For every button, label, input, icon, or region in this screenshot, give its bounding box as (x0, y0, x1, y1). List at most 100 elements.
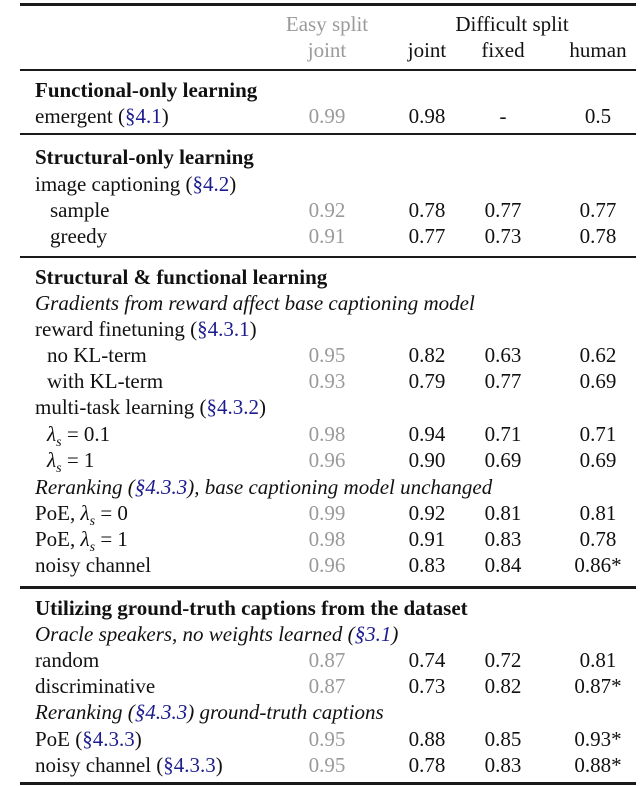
table-row: no KL-term 0.95 0.82 0.63 0.62 (0, 342, 640, 368)
header-difficult-split: Difficult split (455, 12, 569, 36)
section-title-text: Structural-only learning (35, 145, 254, 169)
section-ref-link[interactable]: §4.1 (125, 104, 162, 128)
difficult-fixed-value: 0.77 (484, 369, 522, 393)
difficult-human-value: 0.93* (574, 727, 622, 751)
easy-joint-value: 0.98 (308, 527, 346, 551)
difficult-joint-value: 0.88 (408, 727, 446, 751)
subsection-title: Reranking (§4.3.3) ground-truth captions (0, 699, 640, 725)
header-difficult-fixed: fixed (481, 38, 525, 62)
subsection-title: Oracle speakers, no weights learned (§3.… (0, 621, 640, 647)
section-ref-link[interactable]: §4.3.3 (163, 753, 216, 777)
section-ref-link[interactable]: §3.1 (355, 622, 392, 646)
easy-joint-value: 0.92 (308, 198, 346, 222)
difficult-joint-value: 0.91 (408, 527, 446, 551)
section-title-text: Utilizing ground-truth captions from the… (35, 596, 468, 620)
easy-joint-value: 0.96 (308, 448, 346, 472)
row-label: λs = 1 (47, 448, 95, 476)
table-row: with KL-term 0.93 0.79 0.77 0.69 (0, 368, 640, 394)
bottom-rule (20, 782, 636, 785)
difficult-fixed-value: 0.77 (484, 198, 522, 222)
difficult-joint-value: 0.83 (408, 553, 446, 577)
section-rule-2 (20, 256, 636, 258)
header-row-1: Easy split Difficult split (0, 11, 640, 37)
easy-joint-value: 0.96 (308, 553, 346, 577)
row-label: noisy channel (§4.3.3) (35, 753, 223, 777)
table-row: PoE, λs = 0 0.99 0.92 0.81 0.81 (0, 500, 640, 529)
group-row: multi-task learning (§4.3.2) (0, 394, 640, 420)
table-row: PoE (§4.3.3) 0.95 0.88 0.85 0.93* (0, 726, 640, 752)
section-ref-link[interactable]: §4.3.1 (197, 317, 250, 341)
difficult-human-value: 0.69 (579, 448, 617, 472)
section-ref-link[interactable]: §4.3.3 (135, 475, 188, 499)
easy-joint-value: 0.95 (308, 753, 346, 777)
row-label: greedy (50, 224, 108, 248)
section-ref-link[interactable]: §4.2 (192, 172, 229, 196)
difficult-fixed-value: 0.73 (484, 224, 522, 248)
group-row: reward finetuning (§4.3.1) (0, 316, 640, 342)
group-label: reward finetuning (§4.3.1) (35, 317, 257, 341)
easy-joint-value: 0.99 (308, 501, 346, 525)
easy-joint-value: 0.93 (308, 369, 346, 393)
row-label: PoE (§4.3.3) (35, 727, 142, 751)
difficult-joint-value: 0.92 (408, 501, 446, 525)
subsection-title: Gradients from reward affect base captio… (0, 290, 640, 316)
difficult-joint-value: 0.73 (408, 674, 446, 698)
section-title-ground-truth: Utilizing ground-truth captions from the… (0, 595, 640, 621)
table-row: emergent (§4.1) 0.99 0.98 - 0.5 (0, 103, 640, 129)
header-difficult-joint: joint (407, 38, 447, 62)
table-row: PoE, λs = 1 0.98 0.91 0.83 0.78 (0, 526, 640, 555)
row-label: emergent (§4.1) (35, 104, 169, 128)
difficult-human-value: 0.88* (574, 753, 622, 777)
easy-joint-value: 0.87 (308, 674, 346, 698)
group-label: multi-task learning (§4.3.2) (35, 395, 266, 419)
difficult-fixed-value: 0.71 (484, 422, 522, 446)
top-rule (20, 3, 636, 6)
difficult-human-value: 0.86* (574, 553, 622, 577)
difficult-human-value: 0.5 (584, 104, 612, 128)
group-label: image captioning (§4.2) (35, 172, 237, 196)
difficult-joint-value: 0.82 (408, 343, 446, 367)
section-title-structural-functional: Structural & functional learning (0, 264, 640, 290)
section-ref-link[interactable]: §4.3.2 (206, 395, 259, 419)
difficult-joint-value: 0.94 (408, 422, 446, 446)
difficult-joint-value: 0.79 (408, 369, 446, 393)
difficult-human-value: 0.78 (579, 527, 617, 551)
difficult-fixed-value: 0.85 (484, 727, 522, 751)
easy-joint-value: 0.87 (308, 648, 346, 672)
section-title-functional: Functional-only learning (0, 77, 640, 103)
difficult-fixed-value: 0.81 (484, 501, 522, 525)
easy-joint-value: 0.95 (308, 727, 346, 751)
difficult-human-value: 0.81 (579, 501, 617, 525)
difficult-human-value: 0.62 (579, 343, 617, 367)
difficult-joint-value: 0.78 (408, 198, 446, 222)
difficult-fixed-value: 0.63 (484, 343, 522, 367)
easy-joint-value: 0.91 (308, 224, 346, 248)
difficult-human-value: 0.78 (579, 224, 617, 248)
header-easy-split: Easy split (285, 12, 369, 36)
header-row-2: joint joint fixed human (0, 37, 640, 63)
difficult-human-value: 0.71 (579, 422, 617, 446)
section-title-text: Structural & functional learning (35, 265, 328, 289)
difficult-fixed-value: 0.84 (484, 553, 522, 577)
table-row: greedy 0.91 0.77 0.73 0.78 (0, 223, 640, 249)
easy-joint-value: 0.99 (308, 104, 346, 128)
header-rule (20, 69, 636, 71)
table-row: noisy channel 0.96 0.83 0.84 0.86* (0, 552, 640, 578)
difficult-joint-value: 0.90 (408, 448, 446, 472)
difficult-joint-value: 0.77 (408, 224, 446, 248)
row-label: sample (50, 198, 110, 222)
difficult-human-value: 0.69 (579, 369, 617, 393)
difficult-human-value: 0.87* (574, 674, 622, 698)
section-ref-link[interactable]: §4.3.3 (82, 727, 135, 751)
row-label: with KL-term (47, 369, 164, 393)
section-ref-link[interactable]: §4.3.3 (135, 700, 188, 724)
difficult-joint-value: 0.98 (408, 104, 446, 128)
difficult-joint-value: 0.74 (408, 648, 446, 672)
table-row: discriminative 0.87 0.73 0.82 0.87* (0, 673, 640, 699)
difficult-fixed-value: 0.72 (484, 648, 522, 672)
difficult-joint-value: 0.78 (408, 753, 446, 777)
section-title-text: Functional-only learning (35, 78, 258, 102)
subsection-title: Reranking (§4.3.3), base captioning mode… (0, 474, 640, 500)
subsection-title-text: Oracle speakers, no weights learned (§3.… (35, 622, 399, 646)
difficult-fixed-value: 0.82 (484, 674, 522, 698)
